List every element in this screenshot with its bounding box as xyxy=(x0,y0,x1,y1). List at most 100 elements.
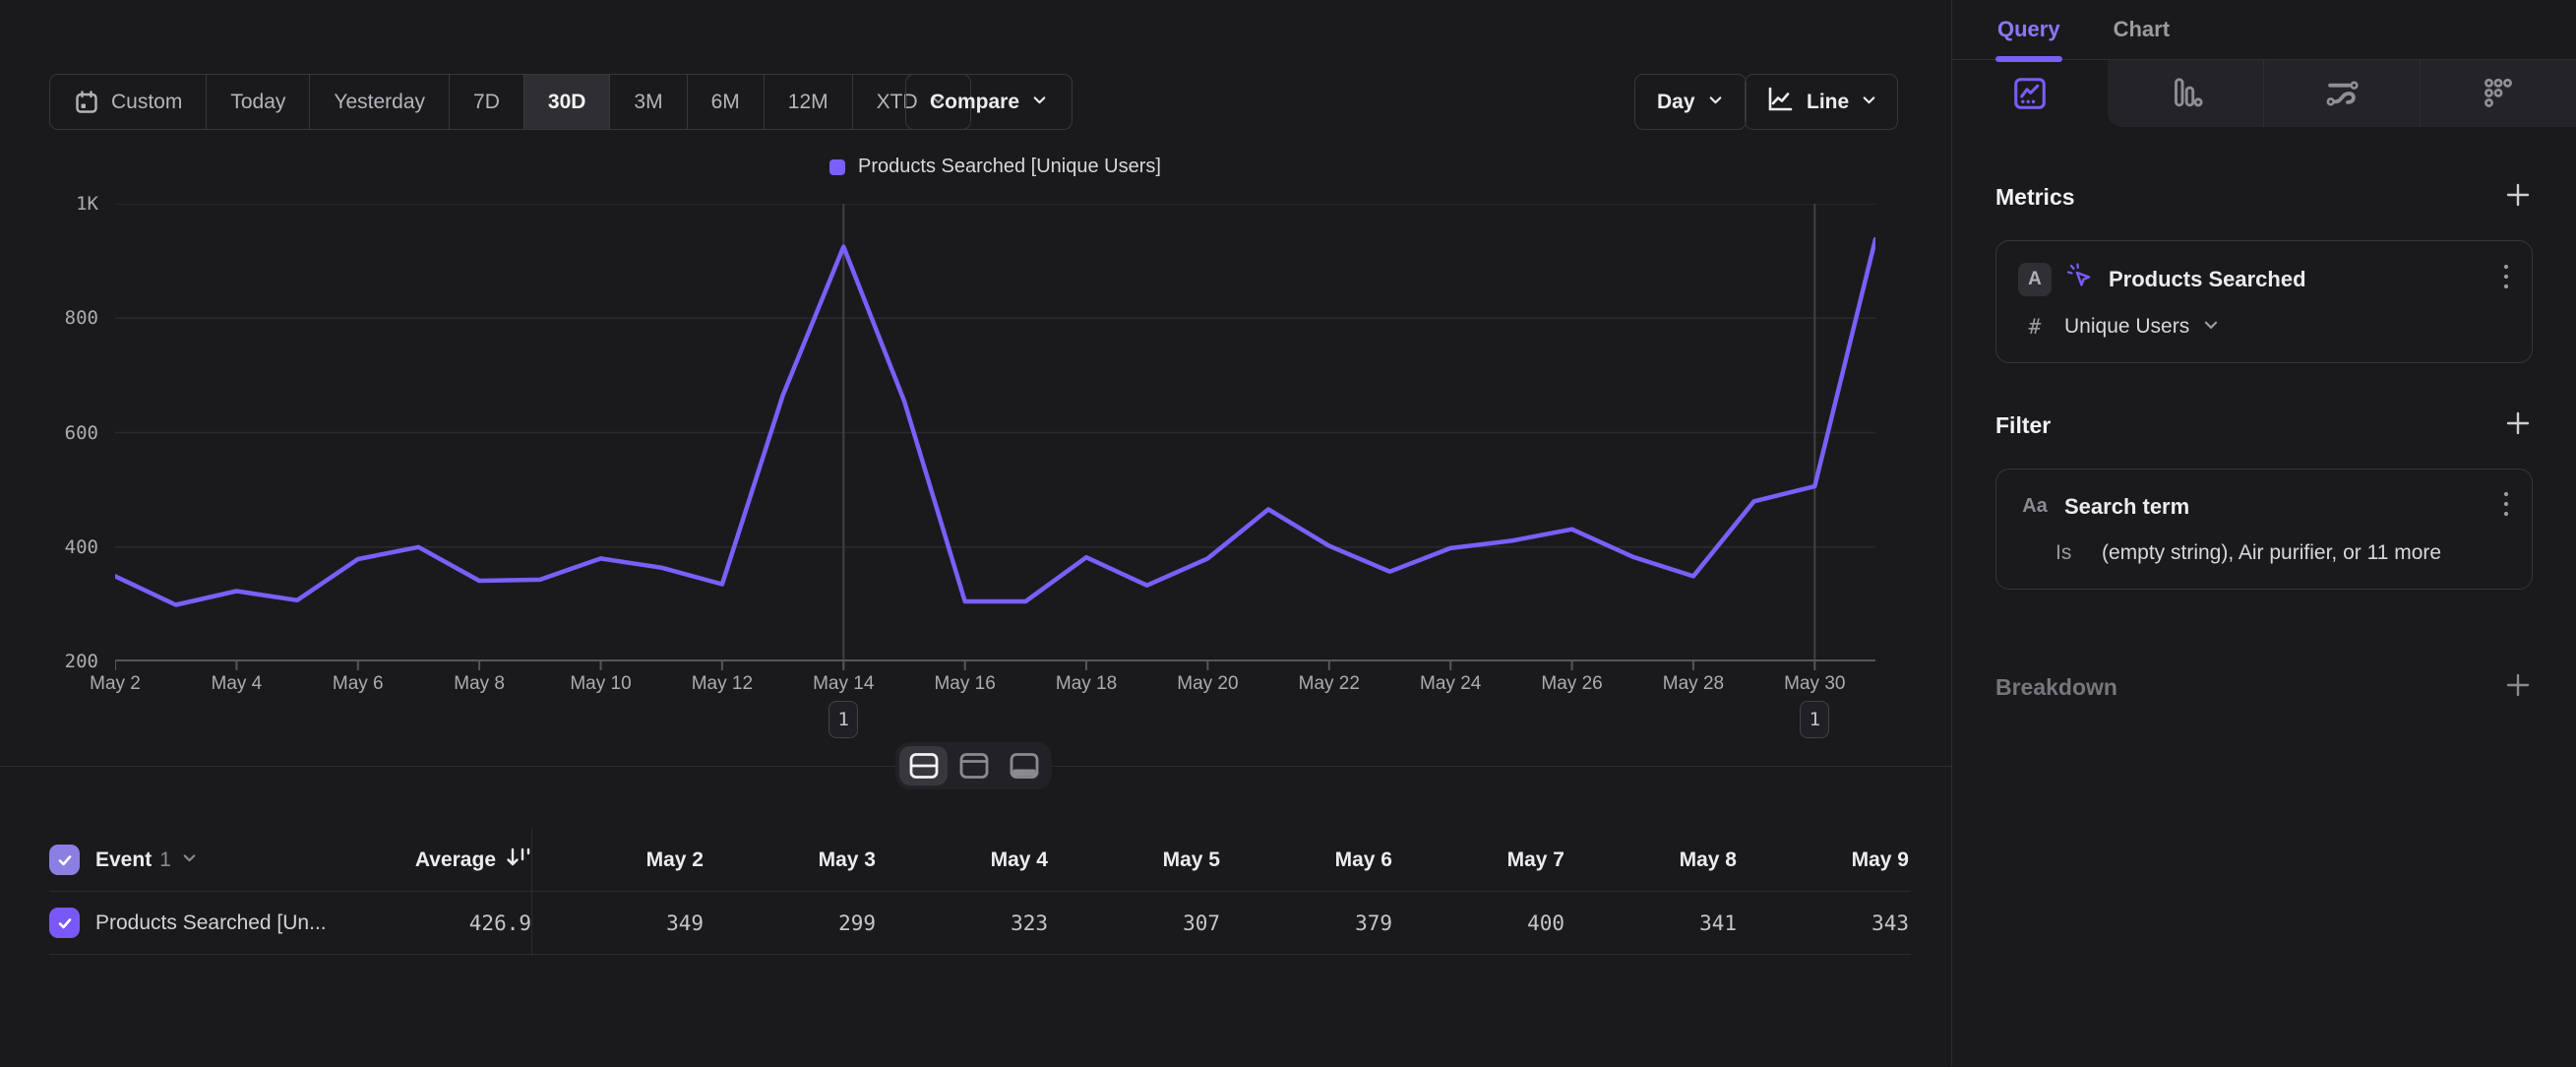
x-axis-label: May 20 xyxy=(1177,673,1238,695)
filter-card[interactable]: Aa Search term Is (empty string), Air pu… xyxy=(1995,469,2533,590)
legend-label: Products Searched [Unique Users] xyxy=(858,156,1161,178)
add-filter-button[interactable] xyxy=(2503,408,2533,443)
select-all-checkbox[interactable] xyxy=(49,845,80,875)
table-row: Products Searched [Un... 426.9 349299323… xyxy=(49,892,1911,955)
kebab-menu-icon[interactable] xyxy=(2502,489,2510,524)
range-7d[interactable]: 7D xyxy=(449,75,523,129)
chevron-down-icon[interactable] xyxy=(2202,316,2220,339)
plus-icon xyxy=(2503,670,2533,700)
filter-value[interactable]: (empty string), Air purifier, or 11 more xyxy=(2102,541,2441,565)
check-icon xyxy=(55,913,75,933)
range-3m[interactable]: 3M xyxy=(609,75,686,129)
date-column-header: May 6 xyxy=(1220,848,1392,872)
x-axis: May 2May 4May 6May 8May 10May 12May 14Ma… xyxy=(0,673,1951,701)
add-breakdown-button[interactable] xyxy=(2503,670,2533,705)
compare-button[interactable]: Compare xyxy=(905,74,1073,130)
table-header-row: Event 1 Average May 2May 3May 4May 5May … xyxy=(49,829,1911,892)
tab-query[interactable]: Query xyxy=(1997,0,2060,59)
annotation-badge[interactable]: 1 xyxy=(828,701,858,738)
granularity-button[interactable]: Day xyxy=(1634,74,1747,130)
filter-property[interactable]: Search term xyxy=(2064,494,2189,520)
date-column-header: May 8 xyxy=(1564,848,1737,872)
range-today[interactable]: Today xyxy=(206,75,309,129)
x-axis-label: May 24 xyxy=(1420,673,1481,695)
x-axis-label: May 30 xyxy=(1784,673,1845,695)
check-icon xyxy=(55,850,75,870)
table-value-cell: 379 xyxy=(1220,911,1392,935)
series-letter-badge: A xyxy=(2018,263,2052,296)
x-axis-label: May 22 xyxy=(1299,673,1360,695)
breakdown-heading: Breakdown xyxy=(1995,674,2117,701)
x-axis-label: May 12 xyxy=(692,673,753,695)
report-type-tabs xyxy=(1952,60,2576,127)
chart-type-button[interactable]: Line xyxy=(1745,74,1898,130)
y-axis-label: 400 xyxy=(18,536,98,558)
range-label: Custom xyxy=(111,91,182,114)
range-yesterday[interactable]: Yesterday xyxy=(309,75,449,129)
report-tab-retention[interactable] xyxy=(2420,60,2576,127)
date-column-header: May 5 xyxy=(1048,848,1220,872)
metrics-heading: Metrics xyxy=(1995,184,2075,211)
string-property-icon: Aa xyxy=(2018,495,2052,518)
table-view-icon xyxy=(1009,752,1040,780)
calendar-icon xyxy=(74,90,99,115)
event-count: 1 xyxy=(159,848,171,872)
table-value-cell: 307 xyxy=(1048,911,1220,935)
line-chart[interactable] xyxy=(115,204,1875,674)
y-axis-label: 800 xyxy=(18,307,98,329)
panel-tabs: Query Chart xyxy=(1952,0,2576,60)
flows-icon xyxy=(2323,75,2361,112)
x-axis-label: May 18 xyxy=(1056,673,1117,695)
kebab-menu-icon[interactable] xyxy=(2502,262,2510,296)
date-range-selector: Custom Today Yesterday 7D 30D 3M 6M 12M … xyxy=(49,74,971,130)
report-tab-flows[interactable] xyxy=(2263,60,2420,127)
metric-name[interactable]: Products Searched xyxy=(2109,267,2306,292)
aggregation-selector[interactable]: Unique Users xyxy=(2064,315,2189,339)
range-12m[interactable]: 12M xyxy=(764,75,852,129)
annotation-badge[interactable]: 1 xyxy=(1800,701,1829,738)
add-metric-button[interactable] xyxy=(2503,180,2533,215)
table-view-button[interactable] xyxy=(1000,746,1048,785)
x-axis-label: May 26 xyxy=(1541,673,1602,695)
event-cursor-icon xyxy=(2064,261,2096,297)
range-30d[interactable]: 30D xyxy=(523,75,610,129)
range-6m[interactable]: 6M xyxy=(687,75,764,129)
table-value-cell: 349 xyxy=(531,911,704,935)
x-axis-label: May 14 xyxy=(813,673,874,695)
x-axis-label: May 2 xyxy=(90,673,141,695)
metric-card[interactable]: A Products Searched # Unique Users xyxy=(1995,240,2533,363)
split-view-button[interactable] xyxy=(899,746,948,785)
aggregation-symbol: # xyxy=(2018,315,2052,339)
date-column-header: May 7 xyxy=(1392,848,1564,872)
insights-icon xyxy=(2011,75,2049,112)
plus-icon xyxy=(2503,180,2533,210)
date-column-header: May 4 xyxy=(876,848,1048,872)
series-label[interactable]: Products Searched [Un... xyxy=(95,911,327,935)
query-builder: Metrics A Products Searched # xyxy=(1952,180,2576,705)
tab-chart[interactable]: Chart xyxy=(2114,0,2170,59)
chart-legend[interactable]: Products Searched [Unique Users] xyxy=(115,156,1875,178)
report-tab-insights[interactable] xyxy=(1952,60,2108,127)
report-tab-funnels[interactable] xyxy=(2108,60,2263,127)
table-value-cell: 341 xyxy=(1564,911,1737,935)
chevron-down-icon[interactable] xyxy=(181,849,198,871)
funnels-icon xyxy=(2167,75,2204,112)
table-value-cell: 299 xyxy=(704,911,876,935)
chart-view-icon xyxy=(958,752,990,780)
x-axis-label: May 6 xyxy=(333,673,384,695)
range-custom[interactable]: Custom xyxy=(50,75,206,129)
chevron-down-icon xyxy=(1031,91,1048,114)
table-value-cell: 343 xyxy=(1737,911,1909,935)
chart-view-button[interactable] xyxy=(950,746,998,785)
event-column-header: Event xyxy=(95,848,152,872)
series-checkbox[interactable] xyxy=(49,908,80,938)
date-column-header: May 2 xyxy=(531,848,704,872)
chevron-down-icon xyxy=(1707,91,1724,114)
y-axis-label: 200 xyxy=(18,651,98,672)
x-axis-label: May 8 xyxy=(454,673,505,695)
sort-descending-icon[interactable] xyxy=(506,846,531,874)
x-axis-label: May 28 xyxy=(1663,673,1724,695)
filter-operator[interactable]: Is xyxy=(2052,541,2089,565)
x-axis-label: May 10 xyxy=(570,673,631,695)
legend-swatch xyxy=(829,159,845,175)
